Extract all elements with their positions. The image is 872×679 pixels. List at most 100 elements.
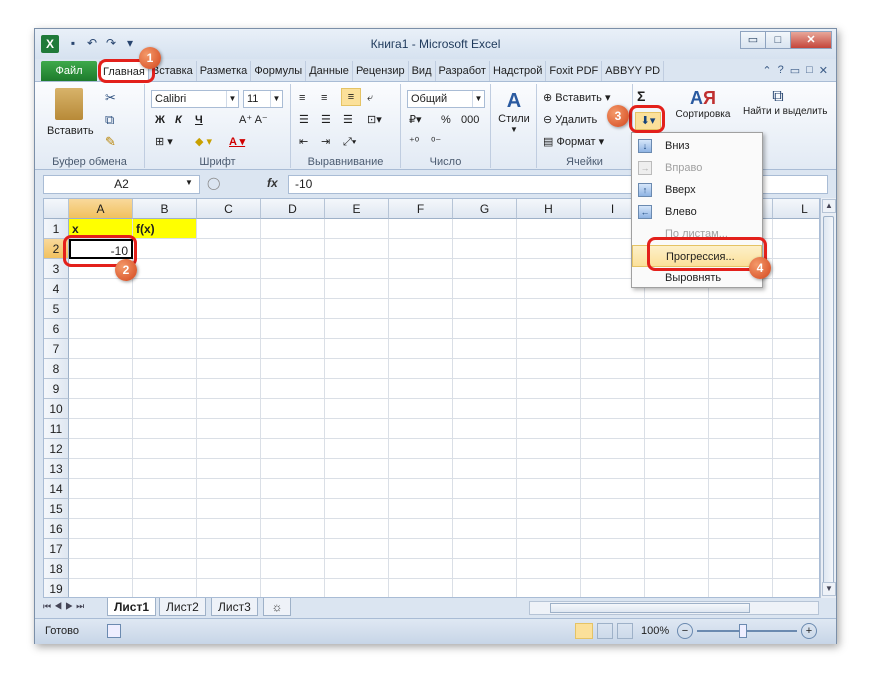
horizontal-scrollbar[interactable] <box>529 601 819 615</box>
row-header-5[interactable]: 5 <box>44 299 69 319</box>
paste-button[interactable]: Вставить <box>47 88 94 137</box>
column-header-C[interactable]: C <box>197 199 261 219</box>
zoom-slider-thumb[interactable] <box>739 624 747 638</box>
sheet-tab-3[interactable]: Лист3 <box>211 598 258 616</box>
vertical-scroll-thumb[interactable] <box>823 216 834 586</box>
tab-foxit[interactable]: Foxit PDF <box>546 61 603 81</box>
format-cells-button[interactable]: ▤ Формат ▾ <box>543 134 604 152</box>
sheet-tab-2[interactable]: Лист2 <box>159 598 206 616</box>
italic-button[interactable]: К <box>175 112 182 130</box>
underline-button[interactable]: Ч <box>195 112 203 130</box>
tab-review[interactable]: Рецензир <box>353 61 409 81</box>
row-header-8[interactable]: 8 <box>44 359 69 379</box>
close-button[interactable]: ✕ <box>790 31 832 49</box>
formula-bar-toggle-icon[interactable]: ◯ <box>207 176 220 190</box>
macro-record-icon[interactable] <box>107 624 121 638</box>
cut-icon[interactable]: ✂ <box>105 90 116 106</box>
align-bottom-icon[interactable]: ≡ <box>341 88 361 106</box>
wrap-text-icon[interactable]: ⤶ <box>367 90 373 108</box>
sheet-nav-icons[interactable]: ⏮◀▶⏭ <box>43 601 87 612</box>
align-middle-icon[interactable]: ≡ <box>321 90 327 108</box>
minimize-button[interactable]: ▭ <box>740 31 766 49</box>
sort-filter-button[interactable]: AЯ Сортировка <box>675 88 731 120</box>
tab-page-layout[interactable]: Разметка <box>197 61 252 81</box>
borders-icon[interactable]: ⊞ ▾ <box>155 134 173 152</box>
insert-sheet-icon[interactable]: ☼ <box>263 598 291 616</box>
menu-item-right[interactable]: → Вправо <box>632 157 762 179</box>
column-header-G[interactable]: G <box>453 199 517 219</box>
row-header-14[interactable]: 14 <box>44 479 69 499</box>
zoom-out-icon[interactable]: − <box>677 623 693 639</box>
font-size-combo[interactable]: 11 ▼ <box>243 90 283 108</box>
orientation-icon[interactable]: ⤢▾ <box>343 134 356 152</box>
align-center-icon[interactable]: ☰ <box>321 112 331 130</box>
percent-button[interactable]: % <box>441 112 451 130</box>
decrease-decimal-icon[interactable]: ⁰⁻ <box>431 134 441 152</box>
restore-button[interactable]: □ <box>765 31 791 49</box>
autosum-button[interactable]: Σ <box>637 88 645 106</box>
row-header-17[interactable]: 17 <box>44 539 69 559</box>
row-header-6[interactable]: 6 <box>44 319 69 339</box>
align-left-icon[interactable]: ☰ <box>299 112 309 130</box>
minimize-ribbon-icon[interactable]: ⌃ <box>762 64 771 77</box>
column-header-A[interactable]: A <box>69 199 133 219</box>
scroll-up-icon[interactable]: ▲ <box>822 199 836 213</box>
row-header-4[interactable]: 4 <box>44 279 69 299</box>
grid-row[interactable] <box>69 419 819 439</box>
column-header-E[interactable]: E <box>325 199 389 219</box>
grow-font-icon[interactable]: A⁺ A⁻ <box>239 112 268 130</box>
grid-row[interactable] <box>69 559 819 579</box>
delete-cells-button[interactable]: ⊖ Удалить <box>543 112 597 130</box>
fill-color-icon[interactable]: ◆ ▾ <box>195 134 212 152</box>
workbook-restore-icon[interactable]: □ <box>806 64 813 77</box>
format-painter-icon[interactable]: ✎ <box>105 134 116 150</box>
column-header-F[interactable]: F <box>389 199 453 219</box>
increase-decimal-icon[interactable]: ⁺⁰ <box>409 134 419 152</box>
tab-data[interactable]: Данные <box>306 61 353 81</box>
page-break-view-icon[interactable] <box>617 623 633 639</box>
tab-file[interactable]: Файл <box>41 61 97 81</box>
grid-row[interactable] <box>69 439 819 459</box>
bold-button[interactable]: Ж <box>155 112 165 130</box>
cell-B1[interactable]: f(x) <box>133 219 197 239</box>
vertical-scrollbar[interactable]: ▲ ▼ <box>820 198 836 598</box>
menu-item-left[interactable]: ← Влево <box>632 201 762 223</box>
sheet-tab-1[interactable]: Лист1 <box>107 598 157 616</box>
menu-item-up[interactable]: ↑ Вверх <box>632 179 762 201</box>
thousands-button[interactable]: 000 <box>461 112 479 130</box>
grid-row[interactable] <box>69 539 819 559</box>
grid-row[interactable] <box>69 319 819 339</box>
help-icon[interactable]: ? <box>778 64 784 77</box>
grid-row[interactable] <box>69 299 819 319</box>
row-header-19[interactable]: 19 <box>44 579 69 597</box>
row-header-7[interactable]: 7 <box>44 339 69 359</box>
currency-icon[interactable]: ₽▾ <box>409 112 422 130</box>
insert-function-icon[interactable]: fx <box>267 176 278 190</box>
column-header-D[interactable]: D <box>261 199 325 219</box>
select-all-corner[interactable] <box>44 199 69 219</box>
tab-addins[interactable]: Надстрой <box>490 61 547 81</box>
row-header-18[interactable]: 18 <box>44 559 69 579</box>
row-header-9[interactable]: 9 <box>44 379 69 399</box>
font-color-icon[interactable]: A ▾ <box>229 134 245 152</box>
menu-item-down[interactable]: ↓ Вниз <box>632 135 762 157</box>
column-header-B[interactable]: B <box>133 199 197 219</box>
column-header-H[interactable]: H <box>517 199 581 219</box>
grid-row[interactable] <box>69 579 819 597</box>
grid-row[interactable] <box>69 399 819 419</box>
row-header-13[interactable]: 13 <box>44 459 69 479</box>
name-box[interactable]: A2 <box>43 175 200 194</box>
tab-formulas[interactable]: Формулы <box>251 61 307 81</box>
name-box-dropdown-icon[interactable]: ▼ <box>185 178 193 187</box>
grid-row[interactable] <box>69 379 819 399</box>
grid-row[interactable] <box>69 359 819 379</box>
copy-icon[interactable]: ⧉ <box>105 112 114 128</box>
row-header-15[interactable]: 15 <box>44 499 69 519</box>
insert-cells-button[interactable]: ⊕ Вставить ▾ <box>543 90 611 108</box>
zoom-in-icon[interactable]: + <box>801 623 817 639</box>
grid-row[interactable] <box>69 339 819 359</box>
number-format-combo[interactable]: Общий ▼ <box>407 90 485 108</box>
workbook-close-icon[interactable]: ✕ <box>819 64 828 77</box>
tab-abbyy[interactable]: ABBYY PD <box>602 61 665 81</box>
align-right-icon[interactable]: ☰ <box>343 112 353 130</box>
